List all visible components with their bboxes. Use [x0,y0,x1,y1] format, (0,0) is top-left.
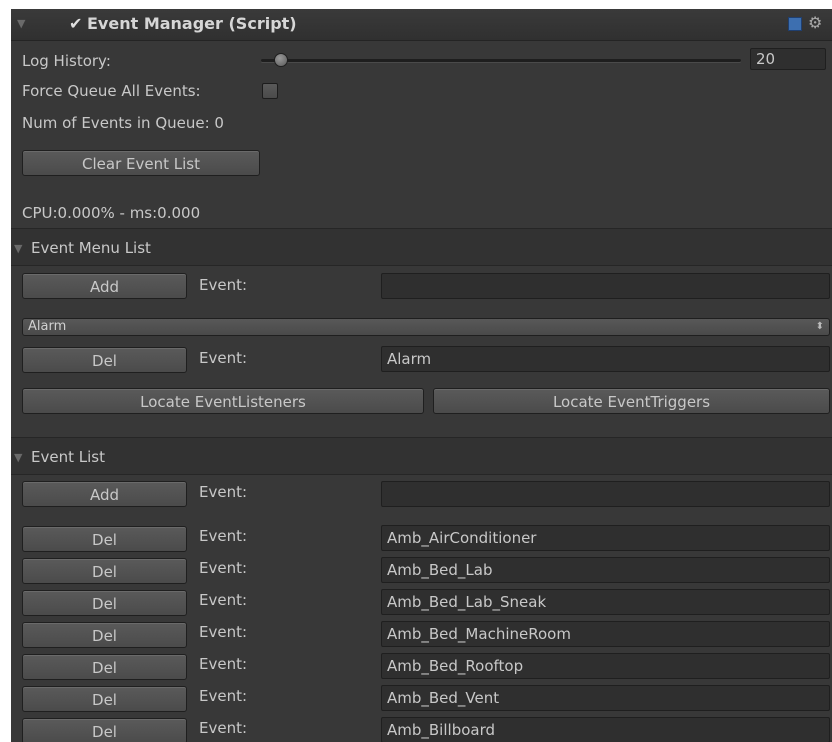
event-del-button[interactable]: Del [22,622,187,648]
event-name-field[interactable]: Amb_Bed_MachineRoom [381,621,830,647]
event-row-label: Event: [199,591,248,609]
menu-del-button[interactable]: Del [22,347,187,373]
event-del-button[interactable]: Del [22,718,187,742]
foldout-arrow-icon[interactable]: ▼ [17,17,25,30]
locate-triggers-button[interactable]: Locate EventTriggers [433,388,830,414]
event-add-field[interactable] [381,481,830,507]
event-row-label: Event: [199,719,248,737]
menu-del-event-field[interactable]: Alarm [381,346,830,372]
menu-del-event-label: Event: [199,349,248,367]
component-header[interactable]: ▼ ✔ Event Manager (Script) ⚙ [11,9,832,41]
event-name-field[interactable]: Amb_Bed_Rooftop [381,653,830,679]
log-history-slider[interactable] [261,59,741,62]
inspector-panel: ▼ ✔ Event Manager (Script) ⚙ Log History… [11,9,832,742]
force-queue-label: Force Queue All Events: [22,82,201,100]
gear-icon[interactable]: ⚙ [808,13,822,33]
log-history-label: Log History: [22,52,111,70]
event-name-field[interactable]: Amb_AirConditioner [381,525,830,551]
log-history-slider-thumb[interactable] [273,53,288,67]
event-row-label: Event: [199,559,248,577]
event-list-header[interactable]: ▼ Event List [11,437,832,475]
event-name-field[interactable]: Amb_Bed_Lab [381,557,830,583]
event-menu-list-title: Event Menu List [31,239,151,257]
enable-checkbox[interactable]: ✔ [69,14,82,34]
event-row-label: Event: [199,623,248,641]
event-name-field[interactable]: Amb_Bed_Lab_Sneak [381,589,830,615]
component-title: Event Manager (Script) [87,14,297,33]
event-row-label: Event: [199,655,248,673]
event-del-button[interactable]: Del [22,590,187,616]
event-del-button[interactable]: Del [22,686,187,712]
event-dropdown-value: Alarm [28,319,67,334]
event-add-button[interactable]: Add [22,481,187,507]
event-del-button[interactable]: Del [22,654,187,680]
menu-add-event-label: Event: [199,276,248,294]
event-add-label: Event: [199,483,248,501]
event-menu-list-header[interactable]: ▼ Event Menu List [11,228,832,266]
event-row-label: Event: [199,687,248,705]
event-list-title: Event List [31,448,105,466]
event-del-button[interactable]: Del [22,526,187,552]
log-history-field[interactable]: 20 [750,48,826,70]
force-queue-checkbox[interactable] [262,83,278,99]
event-name-field[interactable]: Amb_Billboard [381,717,830,742]
event-del-button[interactable]: Del [22,558,187,584]
menu-add-event-field[interactable] [381,273,830,299]
event-name-field[interactable]: Amb_Bed_Vent [381,685,830,711]
locate-listeners-button[interactable]: Locate EventListeners [22,388,424,414]
clear-event-list-button[interactable]: Clear Event List [22,150,260,176]
menu-add-button[interactable]: Add [22,273,187,299]
queue-count-text: Num of Events in Queue: 0 [22,114,224,132]
foldout-arrow-icon[interactable]: ▼ [14,451,22,464]
help-icon[interactable] [788,17,802,31]
cpu-stats-text: CPU:0.000% - ms:0.000 [22,204,201,222]
foldout-arrow-icon[interactable]: ▼ [14,242,22,255]
dropdown-arrows-icon: ⬍ [815,321,824,332]
event-dropdown[interactable]: Alarm ⬍ [22,318,830,336]
event-row-label: Event: [199,527,248,545]
